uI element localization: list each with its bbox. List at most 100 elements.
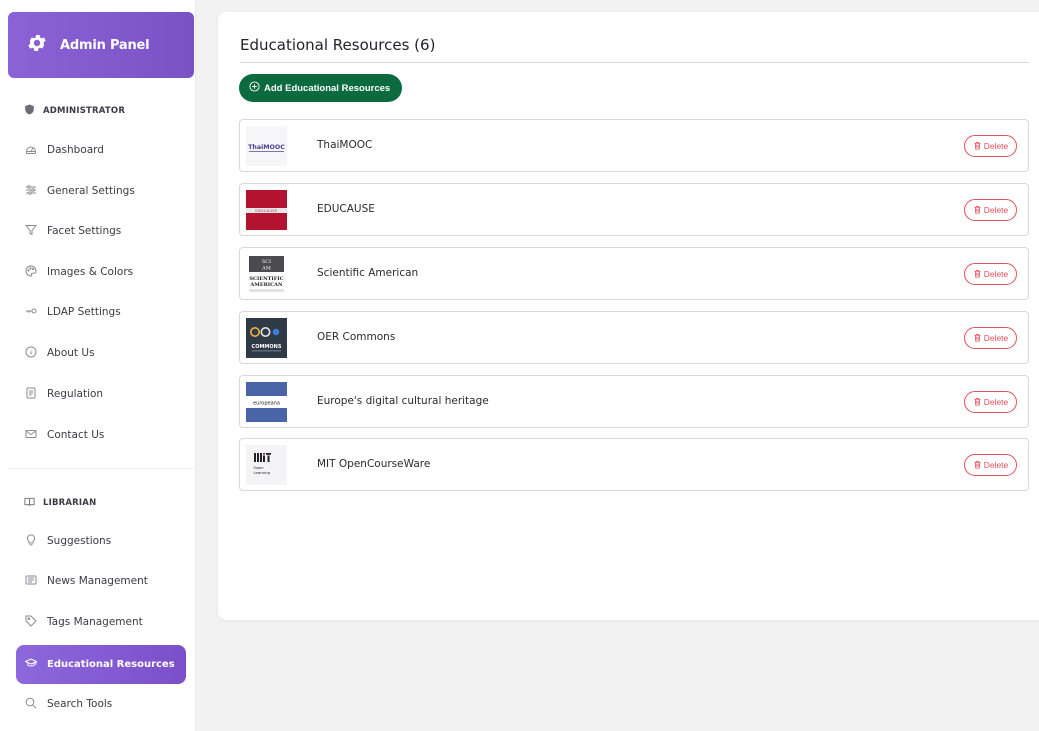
- sidebar-item-about-us[interactable]: About Us: [16, 333, 186, 373]
- palette-icon: [25, 264, 47, 280]
- svg-text:SCI: SCI: [262, 259, 271, 265]
- sidebar-item-news-management[interactable]: News Management: [16, 561, 186, 601]
- trash-icon: [973, 460, 984, 471]
- svg-text:Learning: Learning: [254, 470, 271, 475]
- tag-icon: [25, 615, 47, 630]
- info-icon: [25, 346, 47, 361]
- section-title: LIBRARIAN: [43, 498, 97, 508]
- sidebar-item-images-colors[interactable]: Images & Colors: [16, 252, 186, 292]
- resource-row: COMMONS OER Commons Delete: [239, 311, 1029, 364]
- sidebar-item-label: Dashboard: [47, 144, 104, 156]
- delete-button[interactable]: Delete: [964, 327, 1017, 349]
- graduation-cap-icon: [24, 657, 47, 672]
- newspaper-icon: [25, 574, 47, 589]
- trash-icon: [973, 269, 984, 280]
- delete-label: Delete: [983, 269, 1009, 279]
- sidebar-item-contact-us[interactable]: Contact Us: [16, 415, 186, 455]
- plus-circle-icon: [249, 81, 264, 95]
- sidebar-item-label: General Settings: [47, 185, 135, 197]
- sidebar-item-educational-resources[interactable]: Educational Resources: [16, 645, 186, 684]
- filter-icon: [24, 224, 47, 239]
- envelope-icon: [25, 428, 47, 443]
- add-educational-resources-button[interactable]: Add Educational Resources: [239, 74, 403, 102]
- sidebar-item-label: Tags Management: [47, 616, 143, 628]
- sidebar-item-label: Contact Us: [47, 429, 105, 441]
- delete-button[interactable]: Delete: [964, 391, 1017, 413]
- section-librarian: LIBRARIAN: [24, 496, 96, 510]
- delete-label: Delete: [983, 141, 1009, 151]
- sidebar-item-label: Facet Settings: [47, 225, 122, 237]
- resource-row: europeana Europe's digital cultural heri…: [239, 375, 1029, 428]
- key-icon: [25, 305, 47, 320]
- svg-text:AMERICAN: AMERICAN: [249, 282, 283, 288]
- sidebar-item-tags-management[interactable]: Tags Management: [16, 602, 186, 642]
- sidebar: Admin Panel ADMINISTRATOR Dashboard Gene…: [0, 0, 196, 731]
- mit-open-learning-logo: Open Learning: [246, 445, 287, 485]
- resource-name: Scientific American: [317, 267, 419, 279]
- brand-title: Admin Panel: [60, 37, 150, 53]
- delete-label: Delete: [983, 333, 1009, 343]
- sidebar-item-dashboard[interactable]: Dashboard: [16, 130, 186, 170]
- delete-label: Delete: [983, 205, 1009, 215]
- thaimooc-logo: ThaiMOOC: [246, 126, 287, 166]
- scientific-american-logo: SCI AM SCIENTIFIC AMERICAN: [246, 254, 287, 294]
- delete-button[interactable]: Delete: [964, 263, 1017, 285]
- resources-card: Educational Resources (6) Add Educationa…: [218, 12, 1039, 620]
- add-button-label: Add Educational Resources: [264, 82, 391, 94]
- document-icon: [25, 387, 47, 402]
- sidebar-item-ldap-settings[interactable]: LDAP Settings: [16, 292, 186, 332]
- shield-icon: [24, 104, 43, 118]
- educause-logo: EDUCAUSE: [246, 190, 287, 230]
- resource-name: ThaiMOOC: [317, 139, 373, 151]
- lightbulb-icon: [25, 533, 47, 549]
- sidebar-item-label: LDAP Settings: [47, 306, 121, 318]
- search-icon: [25, 697, 47, 712]
- sidebar-item-label: Regulation: [47, 388, 104, 400]
- sidebar-item-suggestions[interactable]: Suggestions: [16, 521, 186, 561]
- delete-button[interactable]: Delete: [964, 199, 1017, 221]
- sidebar-item-label: Educational Resources: [47, 659, 175, 670]
- trash-icon: [973, 141, 984, 152]
- brand-header[interactable]: Admin Panel: [8, 12, 194, 78]
- sidebar-divider: [8, 468, 194, 469]
- delete-label: Delete: [983, 397, 1009, 407]
- sidebar-item-facet-settings[interactable]: Facet Settings: [16, 211, 186, 251]
- resource-name: Europe's digital cultural heritage: [317, 395, 489, 407]
- gear-icon: [26, 32, 48, 58]
- section-administrator: ADMINISTRATOR: [24, 104, 125, 118]
- svg-text:COMMONS: COMMONS: [252, 344, 282, 350]
- resource-name: EDUCAUSE: [317, 203, 375, 215]
- delete-label: Delete: [983, 460, 1009, 470]
- sidebar-item-label: Search Tools: [47, 698, 113, 710]
- trash-icon: [973, 397, 984, 408]
- resource-name: MIT OpenCourseWare: [317, 458, 431, 470]
- sidebar-item-regulation[interactable]: Regulation: [16, 374, 186, 414]
- svg-text:europeana: europeana: [253, 401, 280, 407]
- delete-button[interactable]: Delete: [964, 454, 1017, 476]
- europeana-logo: europeana: [246, 382, 287, 422]
- oer-commons-logo: COMMONS: [246, 318, 287, 358]
- page-title: Educational Resources (6): [240, 36, 436, 54]
- title-divider: [240, 62, 1029, 63]
- book-icon: [24, 496, 43, 510]
- gauge-icon: [25, 143, 47, 158]
- trash-icon: [973, 333, 984, 344]
- sliders-icon: [25, 184, 47, 199]
- resource-row: EDUCAUSE EDUCAUSE Delete: [239, 183, 1029, 236]
- sidebar-item-label: News Management: [47, 575, 148, 587]
- sidebar-item-label: Suggestions: [47, 535, 112, 547]
- resource-row: ThaiMOOC ThaiMOOC Delete: [239, 119, 1029, 172]
- svg-text:EDUCAUSE: EDUCAUSE: [255, 209, 277, 213]
- resource-row: SCI AM SCIENTIFIC AMERICAN Scientific Am…: [239, 247, 1029, 300]
- sidebar-item-general-settings[interactable]: General Settings: [16, 171, 186, 211]
- section-title: ADMINISTRATOR: [43, 106, 126, 116]
- svg-text:ThaiMOOC: ThaiMOOC: [248, 144, 285, 151]
- delete-button[interactable]: Delete: [964, 135, 1017, 157]
- sidebar-item-search-tools[interactable]: Search Tools: [16, 684, 186, 724]
- sidebar-item-label: Images & Colors: [47, 266, 134, 278]
- svg-text:AM: AM: [261, 266, 271, 272]
- trash-icon: [973, 205, 984, 216]
- resource-name: OER Commons: [317, 331, 396, 343]
- sidebar-item-label: About Us: [47, 347, 95, 359]
- resource-row: Open Learning MIT OpenCourseWare Delete: [239, 438, 1029, 491]
